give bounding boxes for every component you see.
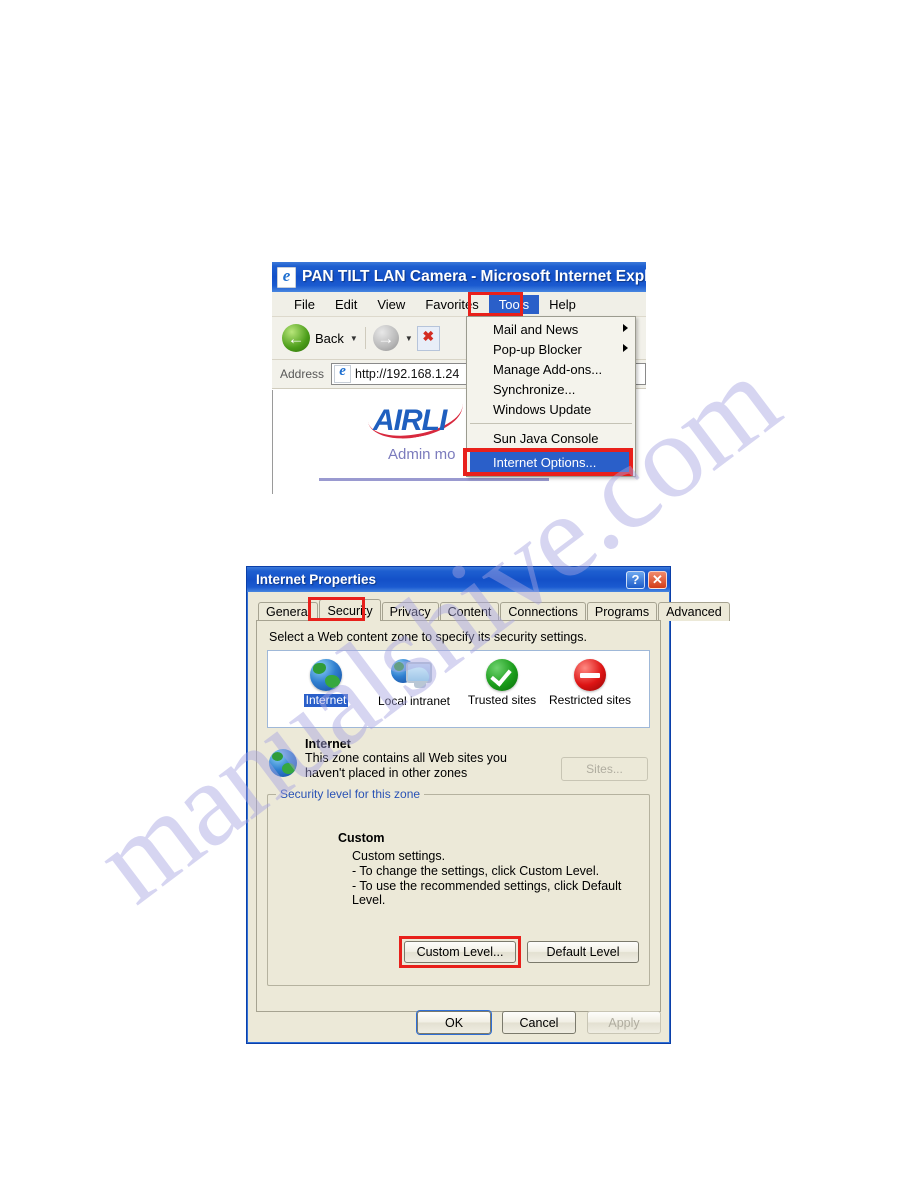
menu-item-manage-addons[interactable]: Manage Add-ons... [467, 359, 635, 379]
red-deny-icon [574, 659, 606, 691]
sites-button[interactable]: Sites... [561, 757, 648, 781]
menu-label: Mail and News [493, 321, 579, 337]
zone-item-trusted-sites[interactable]: Trusted sites [458, 659, 546, 707]
tab-security[interactable]: Security [319, 599, 381, 621]
admin-mode-label: Admin mo [388, 446, 456, 463]
menu-item-sun-java-console[interactable]: Sun Java Console [467, 428, 635, 448]
address-label: Address [280, 367, 325, 381]
menu-label: Synchronize... [493, 381, 576, 397]
toolbar-separator [364, 327, 366, 349]
zone-item-local-intranet[interactable]: Local intranet [370, 659, 458, 708]
menu-item-view[interactable]: View [367, 295, 415, 314]
tab-programs[interactable]: Programs [586, 602, 658, 621]
browser-title-bar: PAN TILT LAN Camera - Microsoft Internet… [272, 262, 646, 292]
browser-menu-bar: File Edit View Favorites Tools Help [272, 292, 646, 317]
back-arrow-icon[interactable]: ← [282, 324, 310, 352]
menu-item-synchronize[interactable]: Synchronize... [467, 379, 635, 399]
green-check-icon [486, 659, 518, 691]
custom-level-button[interactable]: Custom Level... [404, 941, 516, 963]
zone-item-internet[interactable]: Internet [282, 659, 370, 707]
internet-properties-dialog: Internet Properties ? ✕ General Security… [246, 566, 730, 1044]
zone-label: Restricted sites [548, 693, 632, 707]
tools-menu-highlight-box [468, 292, 523, 316]
submenu-arrow-icon [623, 324, 628, 332]
menu-separator [470, 423, 632, 424]
ie-page-icon [334, 363, 352, 383]
zone-detail-line2: haven't placed in other zones [305, 766, 468, 780]
security-level-legend: Security level for this zone [276, 787, 425, 801]
security-level-line1: Custom settings. [352, 849, 446, 863]
airlink-logo: AIRLI [373, 404, 447, 437]
globe-icon [310, 659, 342, 691]
menu-item-file[interactable]: File [284, 295, 325, 314]
menu-item-edit[interactable]: Edit [325, 295, 367, 314]
submenu-arrow-icon [623, 344, 628, 352]
dialog-caption-buttons: ? ✕ [626, 570, 667, 589]
tab-content[interactable]: Content [439, 602, 500, 621]
ok-button[interactable]: OK [417, 1011, 491, 1034]
security-tab-panel: Select a Web content zone to specify its… [256, 620, 661, 1012]
dialog-body: General Security Privacy Content Connect… [247, 592, 730, 1043]
menu-label: Sun Java Console [493, 430, 599, 446]
zone-description: Internet This zone contains all Web site… [267, 737, 650, 781]
help-icon[interactable]: ? [626, 570, 645, 589]
globe-icon [269, 749, 297, 777]
dialog-title: Internet Properties [256, 572, 377, 587]
security-level-heading: Custom [338, 831, 385, 845]
intranet-computer-icon [391, 659, 437, 692]
menu-item-help[interactable]: Help [539, 295, 586, 314]
menu-label: Windows Update [493, 401, 592, 417]
tab-connections[interactable]: Connections [500, 602, 586, 621]
security-level-line3: - To use the recommended settings, click… [352, 879, 622, 907]
zone-label: Local intranet [377, 694, 451, 708]
apply-button: Apply [587, 1011, 661, 1034]
zone-detail-line1: This zone contains all Web sites you [305, 751, 507, 765]
menu-label: Pop-up Blocker [493, 341, 582, 357]
zone-detail-title: Internet [305, 737, 351, 751]
dialog-footer: OK Cancel Apply [247, 1011, 670, 1035]
page-divider [319, 478, 549, 481]
menu-label: Internet Options... [493, 455, 597, 470]
menu-item-popup-blocker[interactable]: Pop-up Blocker [467, 339, 635, 359]
cancel-button[interactable]: Cancel [502, 1011, 576, 1034]
forward-arrow-icon[interactable]: → [372, 325, 399, 351]
tab-general[interactable]: General [258, 602, 319, 621]
dialog-tab-strip: General Security Privacy Content Connect… [256, 597, 730, 621]
close-icon[interactable]: ✕ [648, 570, 667, 589]
stop-page-icon[interactable] [416, 325, 440, 351]
back-button-label[interactable]: Back [315, 331, 344, 346]
menu-item-mail-and-news[interactable]: Mail and News [467, 319, 635, 339]
zone-list: Internet Local intranet Trusted sites Re… [267, 650, 650, 728]
menu-item-windows-update[interactable]: Windows Update [467, 399, 635, 419]
zone-label: Trusted sites [467, 693, 537, 707]
zone-item-restricted-sites[interactable]: Restricted sites [546, 659, 634, 707]
menu-item-internet-options[interactable]: Internet Options... [470, 452, 632, 473]
tools-dropdown-menu: Mail and News Pop-up Blocker Manage Add-… [463, 316, 636, 477]
default-level-button[interactable]: Default Level [527, 941, 639, 963]
chevron-down-icon[interactable]: ▼ [350, 334, 358, 343]
zone-label: Internet [303, 693, 349, 707]
ie-document-icon [277, 266, 296, 288]
tab-privacy[interactable]: Privacy [381, 602, 439, 621]
dialog-title-bar: Internet Properties ? ✕ [247, 567, 670, 592]
address-value: http://192.168.1.24 [355, 367, 460, 381]
zone-intro-text: Select a Web content zone to specify its… [269, 630, 587, 644]
security-level-group: Security level for this zone Custom Cust… [267, 787, 650, 986]
browser-title: PAN TILT LAN Camera - Microsoft Internet… [302, 268, 646, 285]
tab-advanced[interactable]: Advanced [658, 602, 730, 621]
forward-chevron-down-icon: ▼ [404, 333, 413, 343]
menu-label: Manage Add-ons... [493, 361, 603, 377]
security-level-line2: - To change the settings, click Custom L… [352, 864, 600, 878]
